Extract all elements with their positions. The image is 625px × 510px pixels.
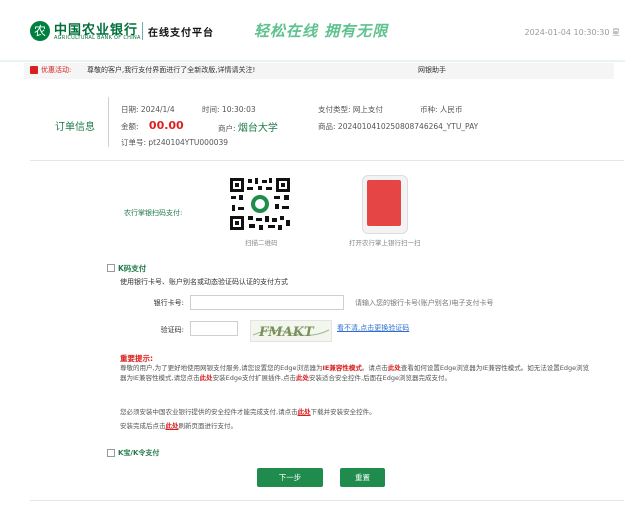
order-divider xyxy=(108,97,109,147)
order-amount: 金额: 00.00 xyxy=(121,119,184,132)
edge-extension-link[interactable]: 此处 xyxy=(200,374,213,382)
order-date-value: 2024/1/4 xyxy=(140,105,175,114)
notice-label: 优惠活动: xyxy=(41,66,72,74)
qr-caption: 扫描二维码 xyxy=(245,239,278,247)
notice-text[interactable]: 尊敬的客户,我行支付界面进行了全新改版,详情请关注! xyxy=(87,65,255,75)
goods-value: 20240104102508087462​64_YTU_PAY xyxy=(337,122,479,131)
imp-text: 。请点击 xyxy=(361,364,388,372)
merchant-value: 烟台大学 xyxy=(237,123,278,134)
kcode-description: 使用银行卡号、账户别名或动态验证码认证的支付方式 xyxy=(120,278,288,286)
netbank-helper-link[interactable]: 网银助手 xyxy=(418,65,446,75)
order-no-label: 订单号: xyxy=(121,138,147,147)
order-goods: 商品: 20240104102508087462​64_YTU_PAY xyxy=(318,121,478,132)
order-date: 日期: 2024/1/4 xyxy=(121,104,175,115)
ie-mode-guide-link[interactable]: 此处 xyxy=(388,364,401,372)
order-time-label: 时间: xyxy=(202,105,220,114)
flag-icon xyxy=(30,66,38,74)
merchant-label: 商户: xyxy=(218,124,236,133)
order-info-title: 订单信息 xyxy=(55,122,95,133)
download-control-link[interactable]: 此处 xyxy=(298,408,311,416)
imp-text: 您必须安装中国农业银行提供的安全控件才能完成支付,请点击 xyxy=(120,408,298,416)
platform-name: 在线支付平台 xyxy=(148,28,214,39)
captcha-text: FMAKT xyxy=(258,325,315,340)
card-number-label: 银行卡号: xyxy=(153,299,184,307)
header-datetime: 2024-01-04 10:30:30 星 xyxy=(524,28,620,37)
kbao-pay-title[interactable]: K宝/K令支付 xyxy=(118,448,159,458)
scan-pay-label: 农行掌银扫码支付: xyxy=(124,209,183,217)
abc-logo-icon: 农 xyxy=(30,21,50,41)
header-divider xyxy=(142,22,143,40)
header-accent-line xyxy=(0,60,625,62)
kcode-toggle-icon[interactable] xyxy=(107,264,115,272)
currency-value: 人民币 xyxy=(439,105,463,114)
refresh-captcha-link[interactable]: 看不清,点击更换验证码 xyxy=(337,323,409,333)
imp-text: 安装适合安全控件,后面在Edge浏览器完成支付。 xyxy=(309,374,451,382)
phone-screen-icon xyxy=(367,180,401,226)
imp-text: 安装Edge支付扩展插件,点击 xyxy=(212,374,297,382)
kbao-toggle-icon[interactable] xyxy=(107,449,115,457)
order-number: 订单号: pt240104YTU000039 xyxy=(121,137,228,148)
card-number-input[interactable] xyxy=(190,295,344,310)
order-currency: 币种: 人民币 xyxy=(420,104,462,115)
order-pay-type: 支付类型: 网上支付 xyxy=(318,104,383,115)
pay-type-label: 支付类型: xyxy=(318,105,351,114)
imp-text: 下载并安装安全控件。 xyxy=(310,408,376,416)
amount-label: 金额: xyxy=(121,122,139,131)
captcha-label: 验证码: xyxy=(160,326,184,334)
captcha-image[interactable]: FMAKT xyxy=(250,320,332,342)
imp-text: 安装完成后点击 xyxy=(120,422,166,430)
ie-mode-highlight: IE兼容性模式 xyxy=(322,364,362,372)
order-no-value: pt240104YTU000039 xyxy=(148,138,229,147)
bank-name-en: AGRICULTURAL BANK OF CHINA xyxy=(54,35,141,41)
order-date-label: 日期: xyxy=(121,105,139,114)
captcha-input[interactable] xyxy=(190,321,238,336)
section-separator xyxy=(30,160,624,161)
order-time-value: 10:30:03 xyxy=(221,105,256,114)
kcode-pay-title[interactable]: K码支付 xyxy=(118,263,146,274)
imp-text: 尊敬的用户,为了更好地使用网银支付服务,请您设置您的Edge浏览器为 xyxy=(120,364,323,372)
order-time: 时间: 10:30:03 xyxy=(202,104,256,115)
reset-button[interactable]: 重置 xyxy=(340,468,385,487)
imp-text: 刷新页面进行支付。 xyxy=(178,422,238,430)
qr-code xyxy=(228,176,292,232)
important-paragraph-3: 安装完成后点击此处刷新页面进行支付。 xyxy=(120,421,590,431)
card-number-hint: 请输入您的银行卡号(账户别名)电子支付卡号 xyxy=(355,299,494,307)
slogan: 轻松在线 拥有无限 xyxy=(254,22,389,40)
important-paragraph-2: 您必须安装中国农业银行提供的安全控件才能完成支付,请点击此处下载并安装安全控件。 xyxy=(120,407,590,417)
next-button[interactable]: 下一步 xyxy=(257,468,323,487)
security-control-link[interactable]: 此处 xyxy=(296,374,309,382)
bottom-separator xyxy=(30,500,624,501)
phone-caption: 打开农行掌上银行扫一扫 xyxy=(349,239,421,247)
pay-type-value: 网上支付 xyxy=(352,105,383,114)
currency-label: 币种: xyxy=(420,105,438,114)
refresh-page-link[interactable]: 此处 xyxy=(166,422,179,430)
goods-label: 商品: xyxy=(318,122,336,131)
amount-value: 00.00 xyxy=(148,119,184,132)
order-merchant: 商户: 烟台大学 xyxy=(218,119,278,134)
important-paragraph-1: 尊敬的用户,为了更好地使用网银支付服务,请您设置您的Edge浏览器为IE兼容性模… xyxy=(120,363,590,383)
